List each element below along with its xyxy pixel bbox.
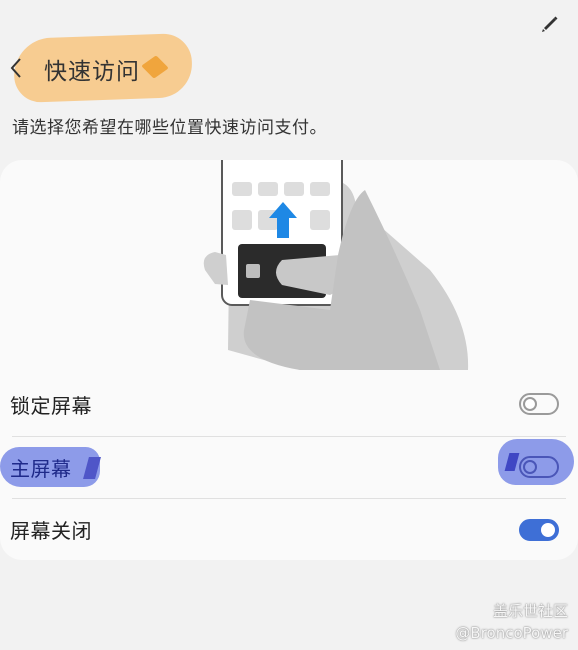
back-button[interactable] <box>0 48 32 88</box>
settings-card: 锁定屏幕 主屏幕 屏幕关闭 <box>0 160 578 560</box>
setting-row-home-screen[interactable]: 主屏幕 <box>0 437 578 499</box>
watermark: 盖乐世社区 @BroncoPower <box>455 600 568 644</box>
setting-label: 屏幕关闭 <box>10 519 92 543</box>
screen-off-toggle[interactable] <box>519 519 559 541</box>
page-title: 快速访问 <box>44 59 140 85</box>
setting-row-screen-off[interactable]: 屏幕关闭 <box>0 499 578 561</box>
page-subtitle: 请选择您希望在哪些位置快速访问支付。 <box>12 118 327 138</box>
setting-label: 锁定屏幕 <box>10 394 92 418</box>
watermark-handle: @BroncoPower <box>455 624 568 642</box>
setting-row-lock-screen[interactable]: 锁定屏幕 <box>0 374 578 436</box>
phone-swipe-illustration <box>203 160 469 370</box>
pen-icon[interactable] <box>540 12 560 32</box>
toggle-knob <box>541 523 555 537</box>
toggle-knob <box>523 460 537 474</box>
toggle-knob <box>523 397 537 411</box>
home-screen-toggle[interactable] <box>519 456 559 478</box>
watermark-community: 盖乐世社区 <box>492 602 568 620</box>
back-arrow-icon <box>10 58 21 78</box>
lock-screen-toggle[interactable] <box>519 393 559 415</box>
setting-label: 主屏幕 <box>10 457 72 481</box>
